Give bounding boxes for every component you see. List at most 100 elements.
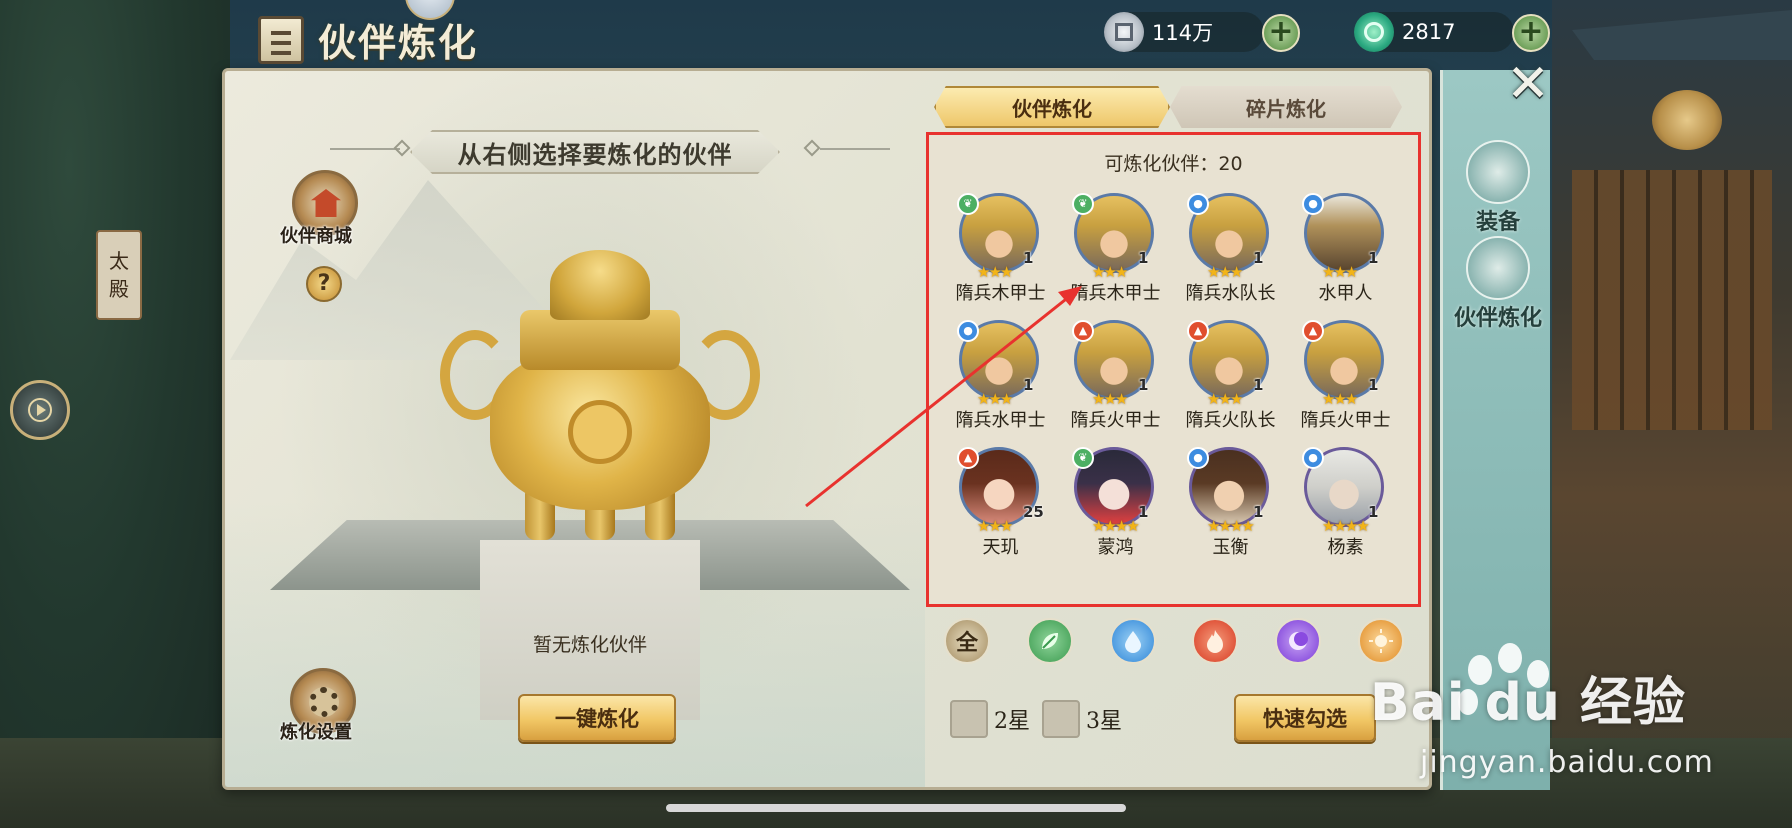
partner-name: 隋兵火队长 [1185, 410, 1276, 431]
two-star-label: 2星 [994, 709, 1030, 734]
watermark-url: jingyan.baidu.com [1420, 745, 1714, 780]
partner-level: 1 [1138, 376, 1149, 394]
fire-element-icon: ▲ [1072, 320, 1094, 342]
partner-level: 1 [1138, 249, 1149, 267]
background-banner: 太 殿 [96, 230, 142, 320]
partner-level: 1 [1253, 376, 1264, 394]
tab-fragment-refine[interactable]: 碎片炼化 [1170, 86, 1402, 128]
filter-fire-button[interactable] [1192, 618, 1239, 664]
water-element-icon: ● [1187, 193, 1209, 215]
refine-tabs: 伙伴炼化 碎片炼化 [934, 86, 1402, 128]
fire-element-icon: ▲ [957, 447, 979, 469]
one-key-refine-button[interactable]: 一键炼化 [518, 694, 676, 742]
partner-card[interactable]: ● ★★★ 1 隋兵水甲士 [943, 320, 1058, 432]
partner-level: 1 [1368, 376, 1379, 394]
jade-amount: 2817 [1402, 20, 1456, 44]
wood-element-icon: ❦ [1072, 447, 1094, 469]
help-button[interactable]: ? [306, 266, 342, 302]
star-filter-row: 2星 3星 [950, 700, 1134, 738]
shop-house-icon [311, 189, 341, 217]
water-element-icon: ● [1302, 193, 1324, 215]
background-lantern [1652, 90, 1722, 150]
partner-card[interactable]: ● ★★★★ 1 玉衡 [1173, 447, 1288, 559]
element-filter-row: 全 [944, 618, 1404, 664]
leaf-icon [1041, 633, 1058, 649]
background-roof [1572, 10, 1792, 60]
partner-name: 隋兵水甲士 [955, 410, 1046, 431]
gear-icon [309, 687, 339, 717]
partner-level: 1 [1023, 376, 1034, 394]
partner-card[interactable]: ❦ ★★★ 1 隋兵木甲士 [943, 193, 1058, 305]
filter-wood-button[interactable] [1026, 618, 1073, 664]
silver-amount: 114万 [1152, 21, 1214, 45]
jade-icon [1354, 12, 1394, 52]
partner-name: 杨素 [1327, 537, 1364, 558]
divider-right [820, 148, 890, 150]
partner-name: 隋兵水队长 [1185, 283, 1276, 304]
page-header: 伙伴炼化 [252, 8, 522, 70]
baidu-watermark: Bai du 经验 jingyan.baidu.com [1370, 640, 1790, 790]
partner-card[interactable]: ▲ ★★★ 1 隋兵火甲士 [1288, 320, 1403, 432]
water-drop-icon [1124, 631, 1141, 653]
two-star-checkbox[interactable] [950, 700, 988, 738]
partner-card[interactable]: ▲ ★★★ 1 隋兵火甲士 [1058, 320, 1173, 432]
three-star-label: 3星 [1086, 709, 1122, 734]
refinable-count: 可炼化伙伴：20 [1104, 153, 1243, 175]
partner-level: 1 [1023, 249, 1034, 267]
home-indicator [666, 804, 1126, 812]
partner-card[interactable]: ● ★★★ 1 隋兵水队长 [1173, 193, 1288, 305]
partner-refine-icon [1466, 236, 1530, 300]
three-star-checkbox[interactable] [1042, 700, 1080, 738]
partner-name: 蒙鸿 [1097, 537, 1134, 558]
title-scroll-icon [252, 10, 308, 68]
partner-level: 1 [1253, 503, 1264, 521]
side-item-partner-refine[interactable]: 伙伴炼化 [1443, 236, 1553, 332]
quick-select-button[interactable]: 快速勾选 [1234, 694, 1376, 742]
equip-icon [1466, 140, 1530, 204]
water-element-icon: ● [1302, 447, 1324, 469]
close-button[interactable]: ✕ [1500, 58, 1556, 114]
side-play-button[interactable] [10, 380, 70, 440]
partner-level: 1 [1368, 503, 1379, 521]
add-jade-button[interactable]: + [1512, 14, 1550, 52]
side-item-equip-label: 装备 [1475, 209, 1520, 235]
banner-char-1: 太 [109, 249, 129, 273]
jade-currency: 2817 [1354, 12, 1514, 52]
partner-name: 玉衡 [1212, 537, 1249, 558]
refine-cauldron [440, 250, 760, 550]
fire-element-icon: ▲ [1187, 320, 1209, 342]
moon-icon [1289, 632, 1309, 650]
partner-card[interactable]: ● ★★★ 1 水甲人 [1288, 193, 1403, 305]
partner-card[interactable]: ❦ ★★★★ 1 蒙鸿 [1058, 447, 1173, 559]
partner-level: 25 [1023, 503, 1044, 521]
partner-card[interactable]: ❦ ★★★ 1 隋兵木甲士 [1058, 193, 1173, 305]
watermark-brand: Bai du 经验 [1370, 673, 1686, 733]
partner-name: 水甲人 [1318, 283, 1373, 304]
filter-water-button[interactable] [1109, 618, 1156, 664]
partner-name: 隋兵木甲士 [1070, 283, 1161, 304]
partner-card[interactable]: ▲ ★★★ 25 天玑 [943, 447, 1058, 559]
partner-level: 1 [1138, 503, 1149, 521]
silver-coin-icon [1104, 12, 1144, 52]
partner-list-panel: 可炼化伙伴：20 ❦ ★★★ 1 隋兵木甲士 ❦ ★★★ 1 隋兵木甲士 ● ★★★ 1 隋兵水队长 ●… [926, 132, 1421, 607]
play-icon [28, 398, 52, 422]
partner-name: 隋兵火甲士 [1070, 410, 1161, 431]
partner-name: 隋兵火甲士 [1300, 410, 1391, 431]
partner-card[interactable]: ▲ ★★★ 1 隋兵火队长 [1173, 320, 1288, 432]
filter-dark-button[interactable] [1275, 618, 1322, 664]
instruction-banner: 从右侧选择要炼化的伙伴 [410, 130, 780, 174]
add-silver-button[interactable]: + [1262, 14, 1300, 52]
silver-currency: 114万 [1104, 12, 1264, 52]
partner-name: 隋兵木甲士 [955, 283, 1046, 304]
partner-shop-label: 伙伴商城 [280, 226, 352, 247]
fire-element-icon: ▲ [1302, 320, 1324, 342]
wood-element-icon: ❦ [1072, 193, 1094, 215]
partner-card[interactable]: ● ★★★★ 1 杨素 [1288, 447, 1403, 559]
tab-partner-refine[interactable]: 伙伴炼化 [934, 86, 1170, 128]
filter-all-button[interactable]: 全 [944, 618, 990, 664]
empty-refine-text: 暂无炼化伙伴 [532, 634, 647, 656]
side-item-equip[interactable]: 装备 [1443, 140, 1553, 236]
page-title: 伙伴炼化 [318, 19, 479, 65]
background-wall [1572, 170, 1772, 430]
partner-name: 天玑 [982, 537, 1019, 558]
